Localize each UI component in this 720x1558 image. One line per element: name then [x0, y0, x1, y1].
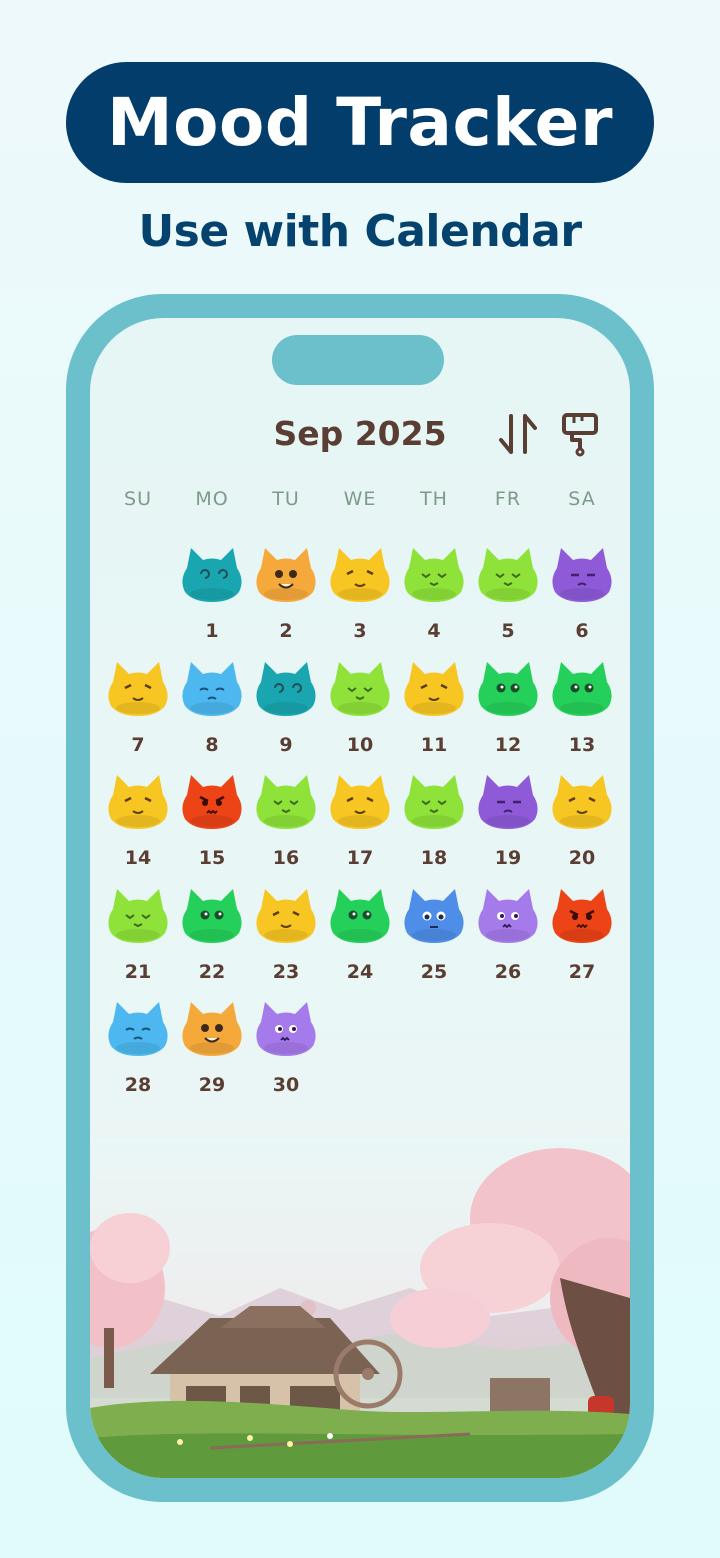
calendar-day-cell[interactable]: 24	[323, 885, 397, 995]
dynamic-island	[272, 335, 444, 385]
calendar-day-cell[interactable]: 6	[545, 544, 619, 654]
day-number: 7	[131, 733, 145, 756]
sort-arrows-icon[interactable]	[494, 410, 542, 458]
day-number: 29	[198, 1074, 226, 1096]
calendar-day-cell[interactable]: 27	[545, 885, 619, 995]
day-number: 26	[494, 960, 522, 983]
day-number: 2	[279, 620, 293, 642]
day-number: 21	[124, 960, 152, 983]
calendar-day-cell[interactable]: 16	[249, 771, 323, 881]
calendar-day-cell[interactable]: 25	[397, 885, 471, 995]
day-number: 13	[568, 733, 596, 756]
day-number: 27	[568, 960, 596, 983]
day-number: 9	[279, 733, 293, 756]
day-number: 12	[494, 733, 522, 756]
paint-roller-icon[interactable]	[556, 410, 604, 458]
subtitle: Use with Calendar	[138, 206, 582, 257]
day-number: 6	[575, 620, 589, 642]
calendar-day-cell[interactable]: 18	[397, 771, 471, 881]
calendar-day-cell[interactable]: 14	[101, 771, 175, 881]
calendar-day-cell[interactable]: 19	[471, 771, 545, 881]
day-number: 24	[346, 960, 374, 983]
day-number: 1	[205, 620, 219, 642]
phone-screen: Sep 2025 SU MO TU WE TH FR SA 1 2 3 4 5 6 7 8 9 10 11 12 1…	[90, 318, 630, 1478]
calendar-day-cell[interactable]: 5	[471, 544, 545, 654]
day-number: 15	[198, 847, 226, 869]
day-number: 16	[272, 847, 300, 869]
weekday-sa: SA	[568, 488, 596, 510]
calendar-day-cell[interactable]: 13	[545, 658, 619, 768]
calendar-day-cell[interactable]: 20	[545, 771, 619, 881]
calendar-day-cell[interactable]: 7	[101, 658, 175, 768]
day-number: 20	[568, 847, 596, 869]
day-number: 10	[346, 733, 374, 756]
day-number: 14	[124, 847, 152, 869]
calendar-day-cell[interactable]: 23	[249, 885, 323, 995]
day-number: 22	[198, 960, 226, 983]
calendar-day-cell[interactable]: 3	[323, 544, 397, 654]
cherry-blossom-scenery	[90, 1138, 630, 1478]
weekday-we: WE	[343, 488, 377, 510]
calendar-day-cell[interactable]: 10	[323, 658, 397, 768]
calendar-day-cell[interactable]: 29	[175, 998, 249, 1108]
calendar-day-cell[interactable]: 26	[471, 885, 545, 995]
calendar-day-cell[interactable]: 28	[101, 998, 175, 1108]
day-number: 19	[494, 847, 522, 869]
calendar-day-cell[interactable]: 21	[101, 885, 175, 995]
calendar-day-cell[interactable]: 30	[249, 998, 323, 1108]
day-number: 28	[124, 1074, 152, 1096]
day-number: 8	[205, 733, 219, 756]
day-number: 4	[427, 620, 441, 642]
calendar-day-cell[interactable]: 22	[175, 885, 249, 995]
month-label[interactable]: Sep 2025	[270, 414, 450, 453]
weekday-fr: FR	[494, 488, 522, 510]
calendar-day-cell[interactable]: 2	[249, 544, 323, 654]
calendar-day-cell[interactable]: 12	[471, 658, 545, 768]
calendar-day-cell[interactable]: 11	[397, 658, 471, 768]
title-banner: Mood Tracker	[66, 62, 654, 183]
weekday-tu: TU	[272, 488, 300, 510]
day-number: 25	[420, 960, 448, 983]
app-title: Mood Tracker	[107, 84, 613, 161]
calendar-day-cell[interactable]: 15	[175, 771, 249, 881]
calendar-day-cell[interactable]: 8	[175, 658, 249, 768]
day-number: 18	[420, 847, 448, 869]
day-number: 23	[272, 960, 300, 983]
weekday-th: TH	[420, 488, 448, 510]
day-number: 17	[346, 847, 374, 869]
weekday-mo: MO	[195, 488, 229, 510]
day-number: 30	[272, 1074, 300, 1096]
weekday-su: SU	[124, 488, 152, 510]
calendar-day-cell[interactable]: 1	[175, 544, 249, 654]
calendar-day-cell[interactable]: 9	[249, 658, 323, 768]
day-number: 11	[420, 733, 448, 756]
day-number: 5	[501, 620, 515, 642]
calendar-day-cell[interactable]: 4	[397, 544, 471, 654]
day-number: 3	[353, 620, 367, 642]
calendar-day-cell[interactable]: 17	[323, 771, 397, 881]
